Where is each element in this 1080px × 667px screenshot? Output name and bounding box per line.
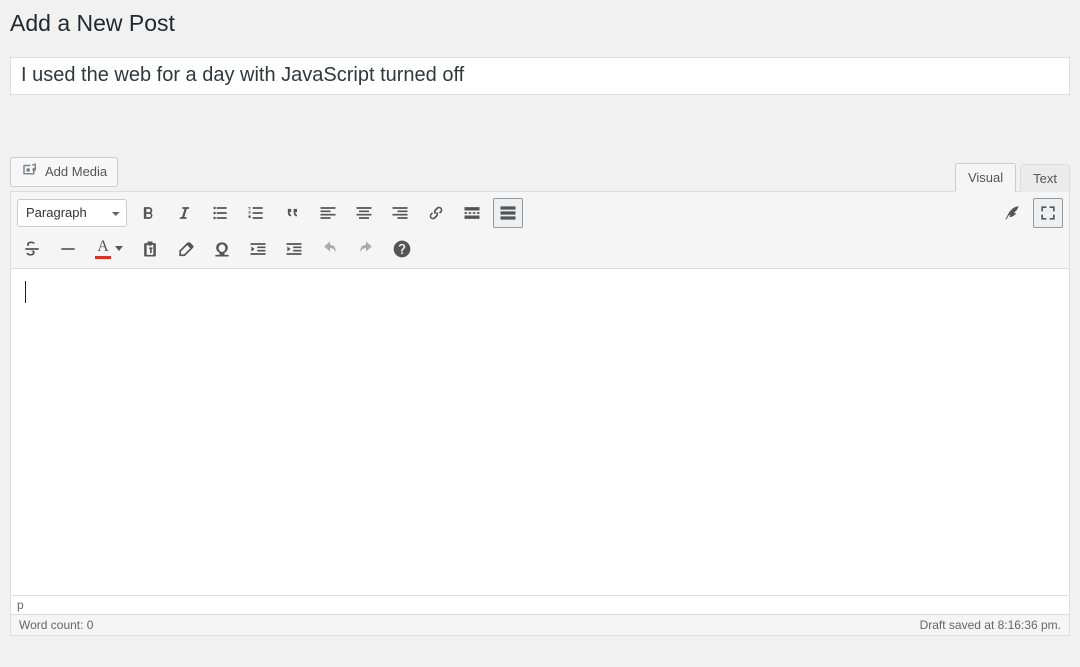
word-count: Word count: 0 — [19, 618, 93, 632]
clear-formatting-button[interactable] — [171, 234, 201, 264]
fullscreen-button[interactable] — [1033, 198, 1063, 228]
read-more-button[interactable] — [457, 198, 487, 228]
text-cursor — [25, 281, 26, 303]
feather-icon[interactable] — [997, 198, 1027, 228]
page-title: Add a New Post — [10, 0, 1070, 43]
camera-music-icon — [21, 161, 39, 182]
editor-content-area[interactable] — [11, 269, 1069, 595]
text-color-button[interactable]: A — [89, 234, 129, 264]
special-character-button[interactable] — [207, 234, 237, 264]
align-center-button[interactable] — [349, 198, 379, 228]
numbered-list-button[interactable] — [241, 198, 271, 228]
post-title-input[interactable] — [10, 57, 1070, 95]
tab-text[interactable]: Text — [1020, 164, 1070, 192]
outdent-button[interactable] — [243, 234, 273, 264]
bulleted-list-button[interactable] — [205, 198, 235, 228]
link-button[interactable] — [421, 198, 451, 228]
italic-button[interactable] — [169, 198, 199, 228]
editor-tabs: Visual Text — [955, 153, 1070, 191]
tab-visual[interactable]: Visual — [955, 163, 1016, 192]
blockquote-button[interactable] — [277, 198, 307, 228]
help-button[interactable] — [387, 234, 417, 264]
toolbar-toggle-button[interactable] — [493, 198, 523, 228]
paste-as-text-button[interactable] — [135, 234, 165, 264]
editor-toolbar: Paragraph — [11, 192, 1069, 269]
add-media-label: Add Media — [45, 164, 107, 179]
text-color-letter: A — [95, 239, 111, 259]
add-media-button[interactable]: Add Media — [10, 157, 118, 187]
format-select[interactable]: Paragraph — [17, 199, 127, 227]
horizontal-rule-button[interactable] — [53, 234, 83, 264]
undo-button[interactable] — [315, 234, 345, 264]
strikethrough-button[interactable] — [17, 234, 47, 264]
redo-button[interactable] — [351, 234, 381, 264]
draft-saved-status: Draft saved at 8:16:36 pm. — [920, 618, 1061, 632]
align-left-button[interactable] — [313, 198, 343, 228]
bold-button[interactable] — [133, 198, 163, 228]
chevron-down-icon — [115, 246, 123, 251]
indent-button[interactable] — [279, 234, 309, 264]
element-path: p — [11, 595, 1069, 614]
align-right-button[interactable] — [385, 198, 415, 228]
editor: Paragraph — [10, 191, 1070, 636]
